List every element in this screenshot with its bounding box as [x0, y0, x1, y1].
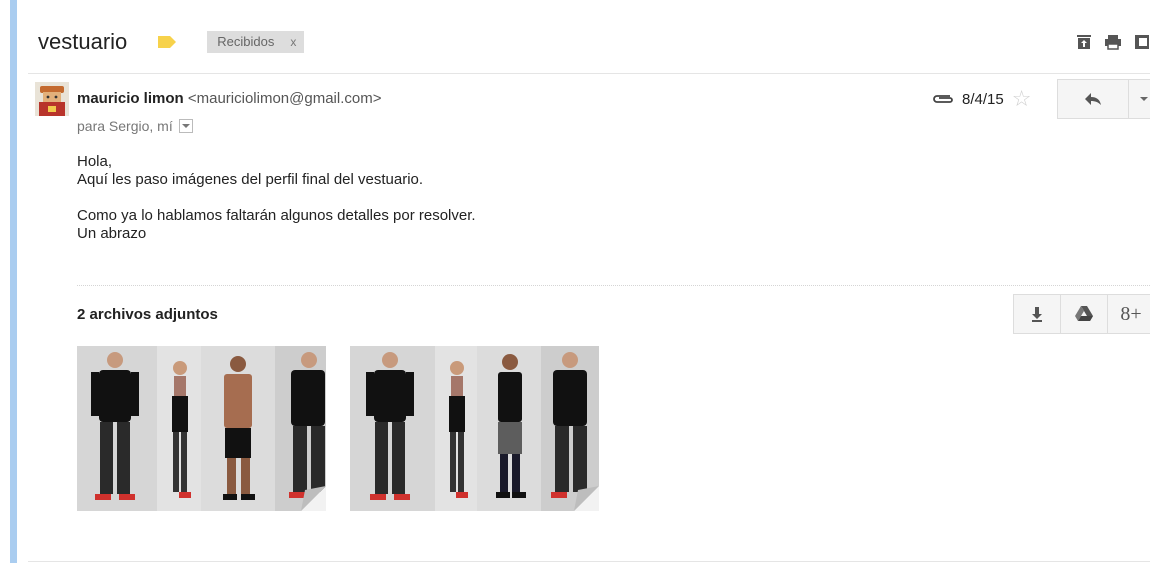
outfit-photo-image — [350, 346, 599, 511]
body-line: Un abrazo — [77, 225, 147, 242]
download-icon — [1032, 307, 1042, 322]
message-meta: 8/4/15 ☆ — [930, 88, 1031, 110]
new-window-icon[interactable] — [1133, 33, 1150, 51]
label-tag-icon[interactable] — [157, 35, 177, 49]
google-plus-icon: 8+ — [1120, 302, 1142, 325]
outfit-photo-image — [77, 346, 326, 511]
reply-icon — [1085, 93, 1101, 105]
label-chip-text: Recibidos — [217, 34, 275, 49]
body-line: Hola, — [77, 153, 113, 170]
drive-icon — [1075, 306, 1093, 321]
more-options-button[interactable] — [1129, 79, 1150, 119]
sender-name[interactable]: mauricio limon — [77, 90, 184, 107]
star-icon[interactable]: ☆ — [1012, 88, 1032, 110]
google-plus-share-button[interactable]: 8+ — [1107, 294, 1150, 334]
remove-label-button[interactable]: x — [290, 31, 296, 53]
paperclip-icon — [933, 95, 953, 103]
show-details-button[interactable] — [178, 119, 193, 133]
sender-avatar[interactable] — [35, 82, 69, 116]
attachments-count: 2 archivos adjuntos — [77, 306, 218, 323]
archive-icon[interactable] — [1075, 33, 1093, 51]
sender-line: mauricio limon <mauriciolimon@gmail.com> — [77, 90, 381, 107]
subject-row: vestuario Recibidos x — [38, 26, 305, 58]
download-all-button[interactable] — [1013, 294, 1061, 334]
attachments-divider — [77, 285, 1150, 286]
attachment-thumbnail[interactable] — [77, 346, 326, 511]
body-line: Aquí les paso imágenes del perfil final … — [77, 171, 424, 188]
recipients-line: para Sergio, mí — [77, 118, 193, 134]
message-body: Hola, Aquí les paso imágenes del perfil … — [77, 153, 476, 243]
chevron-down-icon — [1140, 97, 1148, 101]
attachment-actions: 8+ — [1013, 294, 1150, 334]
label-chip-recibidos: Recibidos x — [207, 31, 305, 53]
body-line: Como ya lo hablamos faltarán algunos det… — [77, 207, 476, 224]
chevron-down-icon — [181, 124, 190, 128]
save-to-drive-button[interactable] — [1060, 294, 1108, 334]
attachment-thumbnail[interactable] — [350, 346, 599, 511]
email-subject: vestuario — [38, 29, 128, 54]
top-actions — [1075, 33, 1150, 51]
conversation-accent-bar — [10, 0, 17, 563]
header-divider — [28, 73, 1150, 74]
recipients-text: para Sergio, mí — [77, 118, 173, 134]
message-date: 8/4/15 — [962, 90, 1004, 108]
reply-button[interactable] — [1057, 79, 1129, 119]
reply-actions — [1057, 79, 1150, 119]
print-icon[interactable] — [1104, 33, 1122, 51]
sender-email: <mauriciolimon@gmail.com> — [187, 90, 382, 107]
footer-divider — [28, 561, 1150, 562]
